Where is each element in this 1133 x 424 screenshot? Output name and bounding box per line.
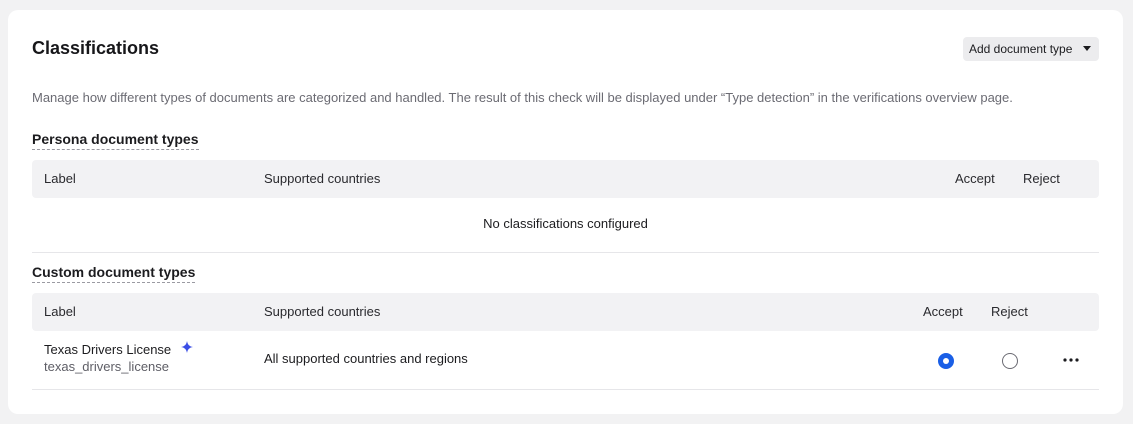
column-reject: Reject <box>991 304 1028 319</box>
more-horizontal-icon[interactable] <box>1060 353 1082 367</box>
column-supported-countries: Supported countries <box>264 304 381 319</box>
document-type-key: texas_drivers_license <box>44 359 170 374</box>
accept-radio[interactable] <box>938 353 954 369</box>
caret-down-icon <box>1083 46 1091 51</box>
custom-section-title[interactable]: Custom document types <box>32 264 196 283</box>
column-label: Label <box>44 304 76 319</box>
page-title: Classifications <box>32 38 160 58</box>
persona-table-header: Label Supported countries Accept Reject <box>32 160 1099 198</box>
page-description: Manage how different types of documents … <box>32 90 1013 105</box>
persona-empty-state: No classifications configured <box>32 198 1099 253</box>
column-accept: Accept <box>923 304 963 319</box>
persona-section-title[interactable]: Persona document types <box>32 131 199 150</box>
column-supported-countries: Supported countries <box>264 171 381 186</box>
document-type-label: Texas Drivers License <box>44 342 172 357</box>
column-accept: Accept <box>955 171 995 186</box>
supported-countries-value: All supported countries and regions <box>264 351 468 366</box>
sparkle-icon <box>181 341 193 353</box>
reject-radio[interactable] <box>1002 353 1018 369</box>
table-row: Texas Drivers License texas_drivers_lice… <box>32 331 1099 390</box>
classifications-card: Classifications Add document type Manage… <box>8 10 1123 414</box>
custom-table-header: Label Supported countries Accept Reject <box>32 293 1099 331</box>
add-document-type-label: Add document type <box>969 42 1073 56</box>
column-reject: Reject <box>1023 171 1060 186</box>
add-document-type-button[interactable]: Add document type <box>963 37 1099 61</box>
column-label: Label <box>44 171 76 186</box>
